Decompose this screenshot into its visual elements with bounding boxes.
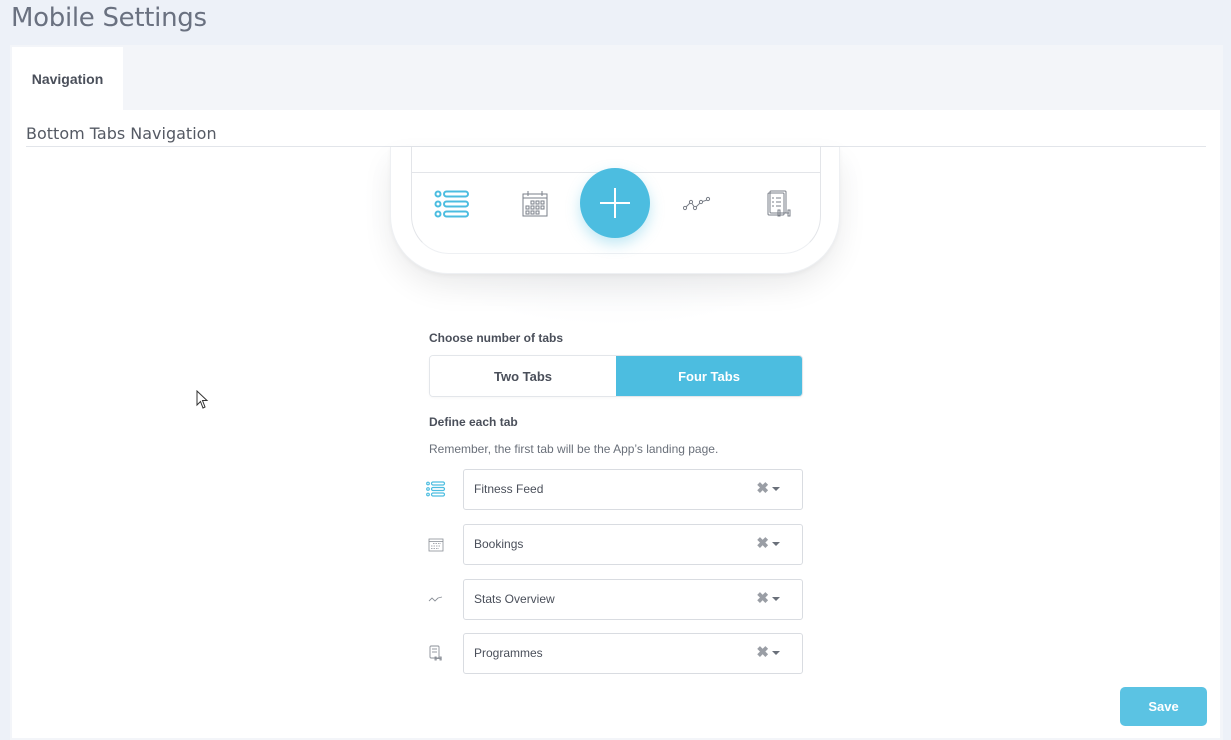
tab-count-toggle: Two Tabs Four Tabs — [429, 355, 803, 397]
tab-row-3: Stats Overview ✖ — [425, 579, 805, 620]
tab-select-4[interactable]: Programmes ✖ — [463, 633, 803, 674]
tab-bar: Navigation — [10, 45, 1223, 110]
settings-panel: Navigation Bottom Tabs Navigation Choose… — [10, 45, 1223, 740]
clear-icon[interactable]: ✖ — [756, 591, 769, 607]
tab-count-label: Choose number of tabs — [429, 331, 564, 345]
stats-chart-icon — [425, 589, 447, 609]
plus-icon — [600, 188, 630, 218]
calendar-icon — [425, 534, 447, 554]
tab-select-1[interactable]: Fitness Feed ✖ — [463, 469, 803, 510]
chevron-down-icon[interactable] — [772, 597, 780, 601]
tab-row-2: Bookings ✖ — [425, 524, 805, 565]
stats-chart-icon — [677, 187, 717, 221]
chevron-down-icon[interactable] — [772, 542, 780, 546]
tab-content: Bottom Tabs Navigation Choose number of … — [12, 110, 1220, 738]
list-icon — [432, 187, 472, 221]
chevron-down-icon[interactable] — [772, 487, 780, 491]
programme-icon — [760, 187, 800, 221]
tab-select-value: Bookings — [474, 537, 524, 551]
section-title: Bottom Tabs Navigation — [26, 124, 217, 143]
define-tabs-label: Define each tab — [429, 415, 518, 429]
calendar-icon — [515, 187, 555, 221]
page-title: Mobile Settings — [11, 3, 207, 33]
list-icon — [425, 479, 447, 499]
clear-icon[interactable]: ✖ — [756, 645, 769, 661]
tab-select-value: Programmes — [474, 646, 543, 660]
tab-row-1: Fitness Feed ✖ — [425, 469, 805, 510]
chevron-down-icon[interactable] — [772, 651, 780, 655]
tab-select-2[interactable]: Bookings ✖ — [463, 524, 803, 565]
two-tabs-button[interactable]: Two Tabs — [430, 356, 616, 396]
phone-screen — [411, 147, 821, 254]
tab-select-3[interactable]: Stats Overview ✖ — [463, 579, 803, 620]
tab-select-value: Fitness Feed — [474, 482, 544, 496]
tab-navigation[interactable]: Navigation — [12, 47, 123, 110]
landing-page-hint: Remember, the first tab will be the App’… — [429, 442, 719, 456]
save-button[interactable]: Save — [1120, 687, 1207, 726]
programme-icon — [425, 643, 447, 663]
tab-select-value: Stats Overview — [474, 592, 555, 606]
mouse-cursor-icon — [196, 389, 210, 415]
clear-icon[interactable]: ✖ — [756, 536, 769, 552]
add-button[interactable] — [580, 168, 650, 238]
tab-row-4: Programmes ✖ — [425, 633, 805, 674]
four-tabs-button[interactable]: Four Tabs — [616, 356, 802, 396]
phone-preview — [390, 147, 840, 274]
clear-icon[interactable]: ✖ — [756, 481, 769, 497]
